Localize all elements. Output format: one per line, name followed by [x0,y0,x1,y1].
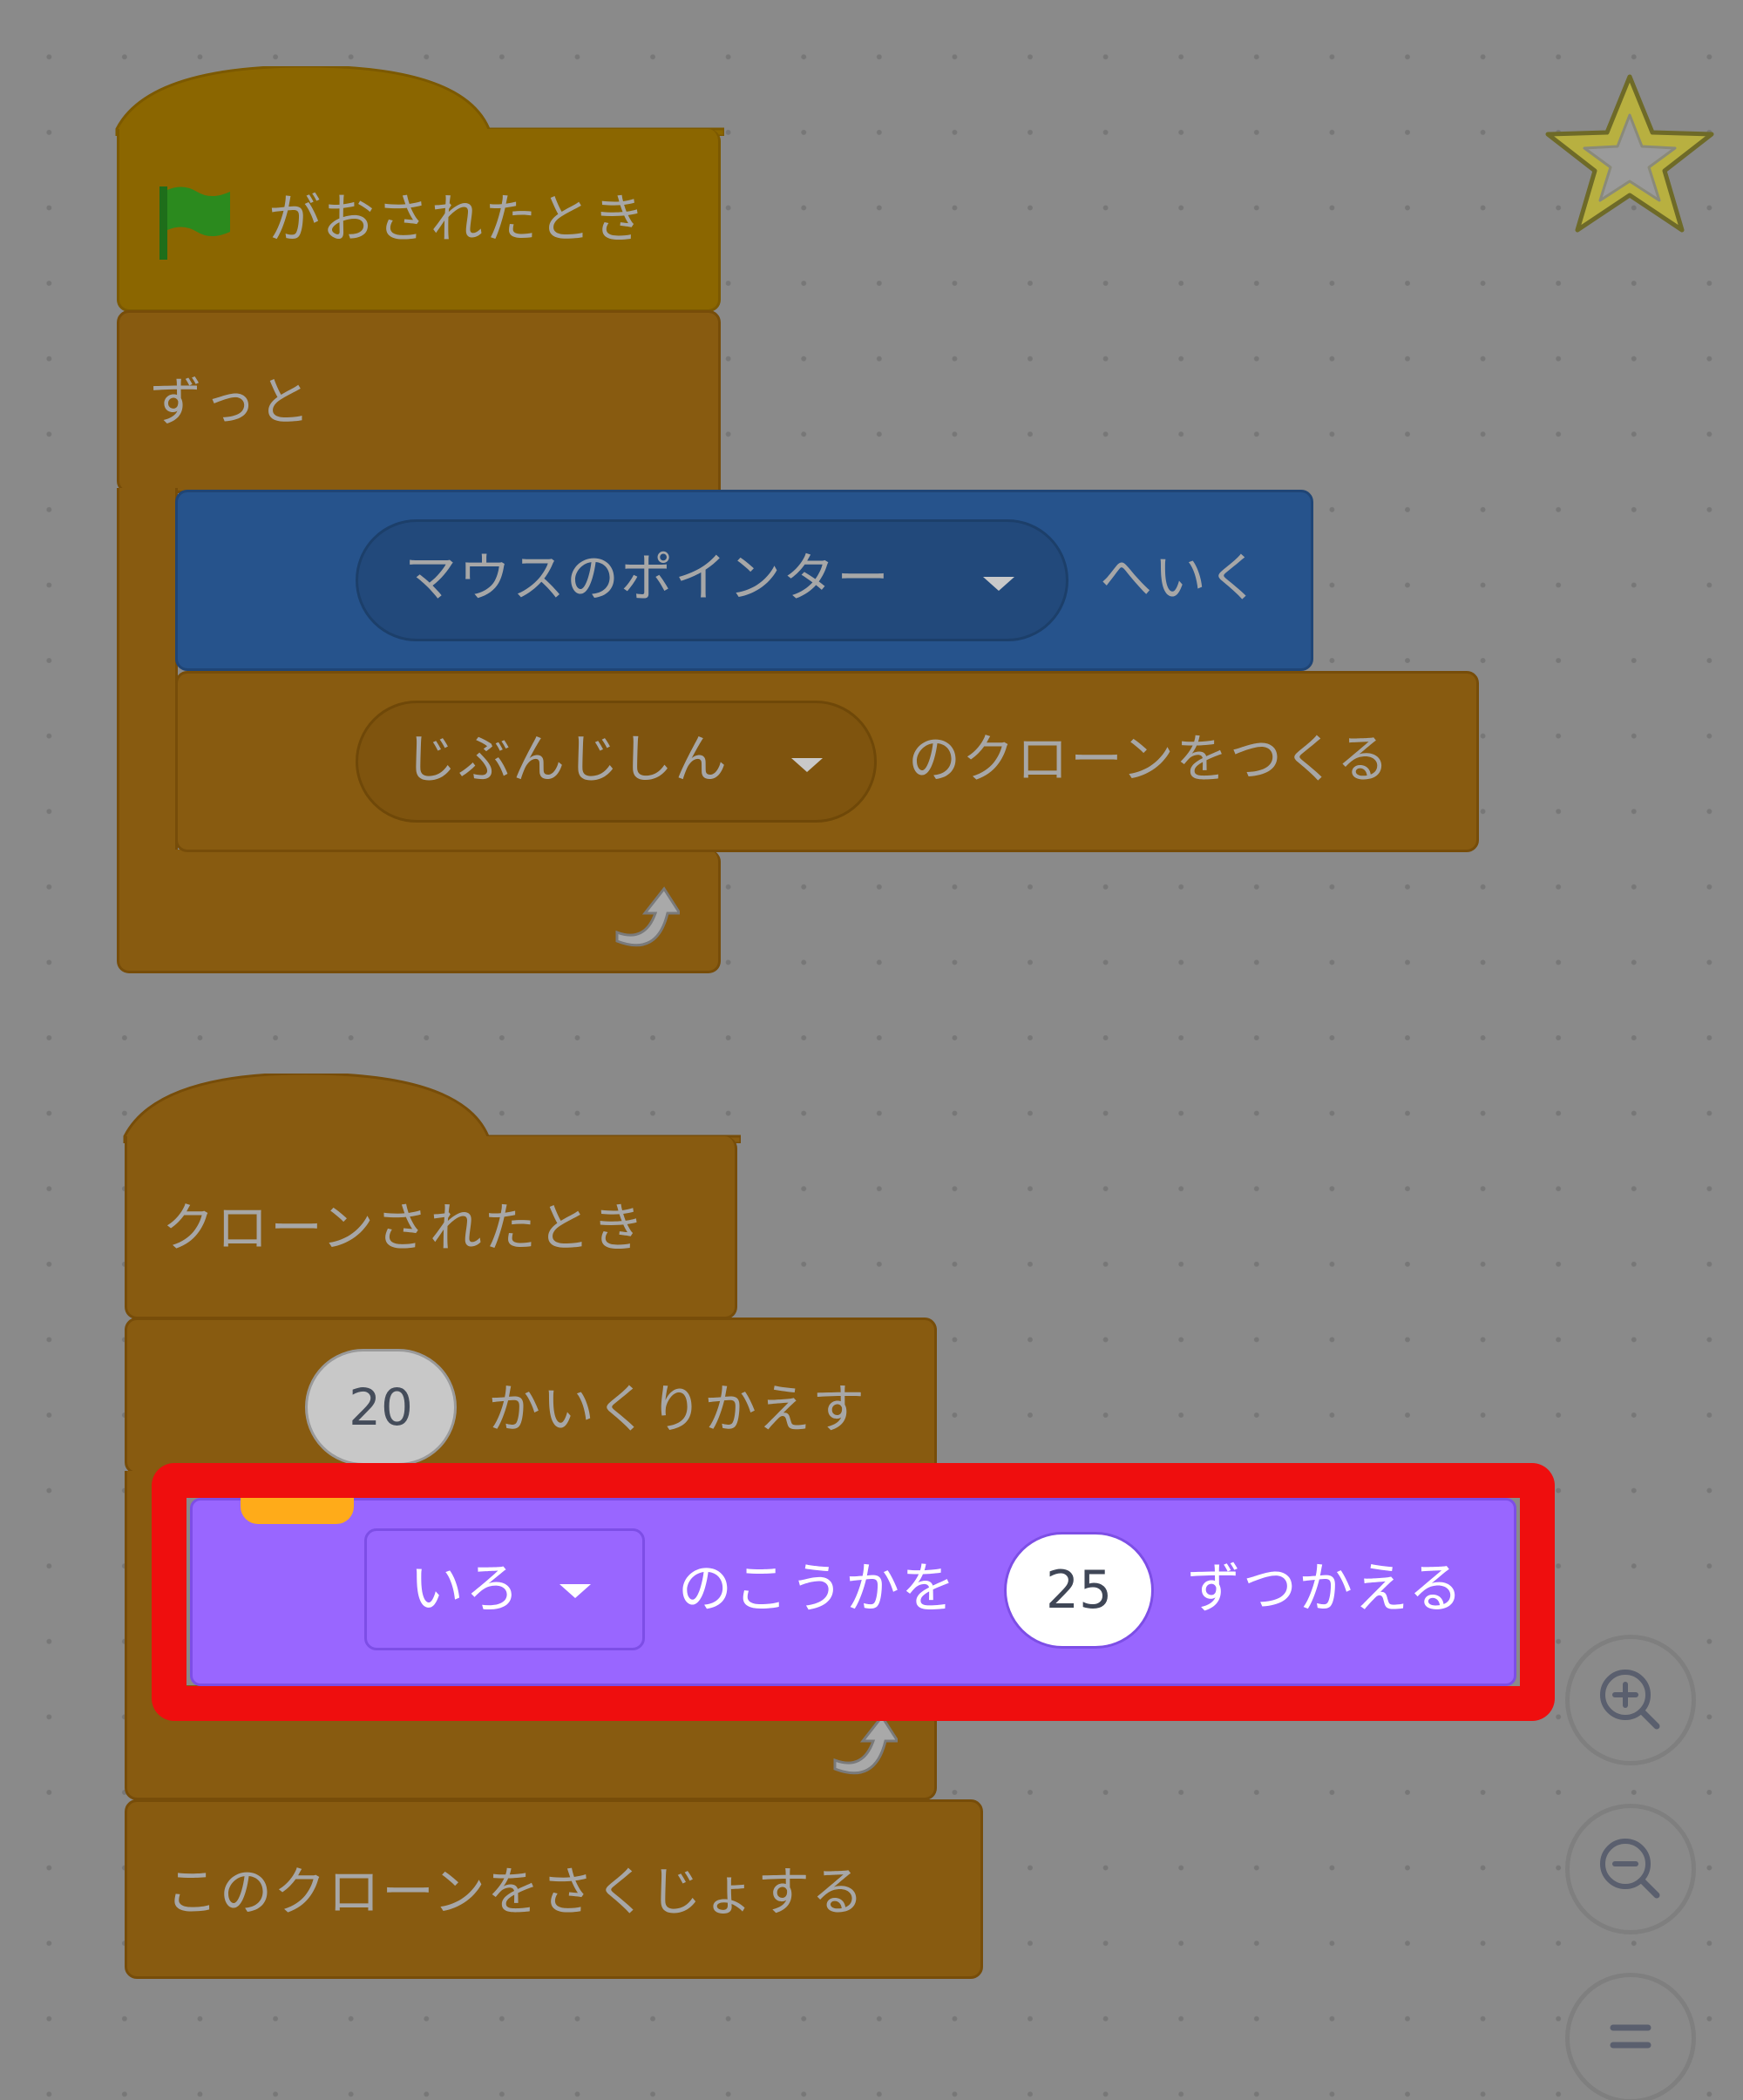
loop-arrow-icon [615,886,680,947]
repeat-count-input[interactable]: 20 [305,1349,457,1466]
green-flag-hat-cap [115,66,724,136]
green-flag-icon [159,186,230,260]
zoom-out-icon [1600,1839,1660,1899]
clone-hat-label: クローンされたとき [162,1198,646,1259]
zoom-in-button[interactable] [1565,1635,1696,1765]
clone-suffix: のクローンをつくる [908,729,1391,790]
scripts-workspace[interactable]: がおされたとき ずっと マウスのポインター へいく じぶんじしん のクローンをつ… [0,0,1743,2100]
flag-hat-label: がおされたとき [268,189,647,250]
zoom-in-icon [1600,1670,1660,1730]
clone-target-value: じぶんじしん [404,729,729,790]
highlight-frame [152,1463,1555,1721]
go-to-target-value: マウスのポインター [404,548,891,609]
repeat-suffix: かいくりかえす [488,1379,866,1440]
repeat-count-value: 20 [349,1378,413,1437]
forever-block-arm [117,488,178,854]
chevron-down-icon [791,758,823,772]
delete-clone-label: このクローンをさくじょする [166,1862,865,1923]
forever-label: ずっと [150,372,312,433]
zoom-reset-icon [1610,2024,1651,2049]
go-to-suffix: へいく [1100,548,1262,609]
chevron-down-icon [983,577,1014,591]
zoom-reset-button[interactable] [1565,1973,1696,2100]
zoom-out-button[interactable] [1565,1804,1696,1934]
clone-hat-cap [123,1074,741,1143]
star-sprite-icon [1545,74,1714,233]
